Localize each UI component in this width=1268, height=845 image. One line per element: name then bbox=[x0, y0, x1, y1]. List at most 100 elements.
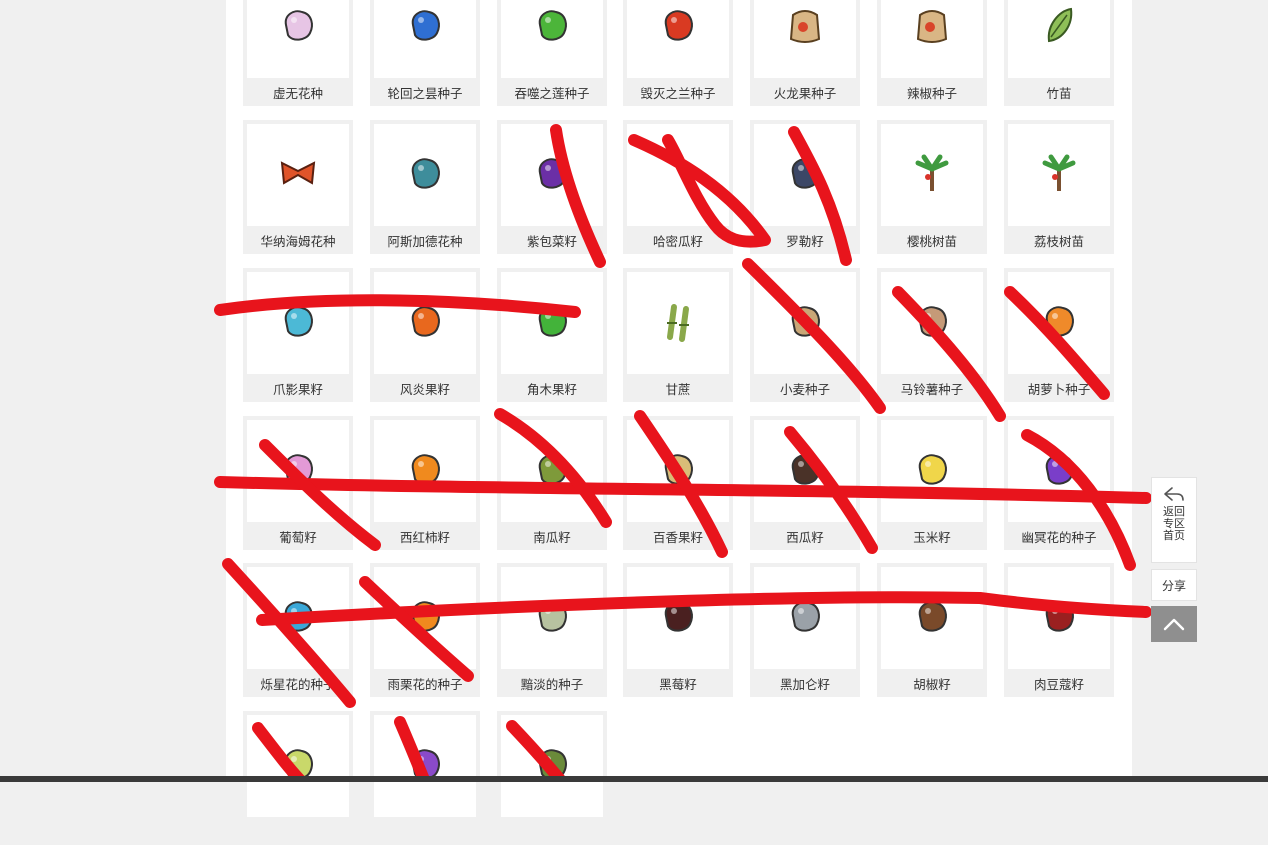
seed-image[interactable] bbox=[247, 715, 349, 817]
seed-card[interactable]: 雨栗花的种子 bbox=[370, 563, 480, 697]
seed-image[interactable] bbox=[247, 272, 349, 374]
seed-name[interactable]: 小麦种子 bbox=[750, 377, 860, 402]
seed-name[interactable]: 幽冥花的种子 bbox=[1004, 525, 1114, 550]
seed-image[interactable] bbox=[754, 420, 856, 522]
seed-name[interactable]: 西瓜籽 bbox=[750, 525, 860, 550]
seed-name[interactable]: 轮回之昙种子 bbox=[370, 81, 480, 106]
seed-image[interactable] bbox=[627, 272, 729, 374]
seed-name[interactable]: 胡椒籽 bbox=[877, 672, 987, 697]
seed-image[interactable] bbox=[374, 0, 476, 78]
back-to-home-button[interactable]: 返回 专区 首页 bbox=[1151, 477, 1197, 563]
seed-image[interactable] bbox=[247, 420, 349, 522]
seed-card[interactable]: 角木果籽 bbox=[497, 268, 607, 402]
seed-name[interactable]: 黑加仑籽 bbox=[750, 672, 860, 697]
seed-card[interactable]: 黑加仑籽 bbox=[750, 563, 860, 697]
seed-name[interactable]: 葡萄籽 bbox=[243, 525, 353, 550]
seed-name[interactable]: 黑莓籽 bbox=[623, 672, 733, 697]
seed-image[interactable] bbox=[374, 124, 476, 226]
seed-name[interactable]: 樱桃树苗 bbox=[877, 229, 987, 254]
seed-image[interactable] bbox=[881, 124, 983, 226]
seed-card[interactable]: 罗勒籽 bbox=[750, 120, 860, 254]
seed-card[interactable]: 黯淡的种子 bbox=[497, 563, 607, 697]
seed-image[interactable] bbox=[501, 420, 603, 522]
seed-name[interactable]: 风炎果籽 bbox=[370, 377, 480, 402]
seed-name[interactable]: 华纳海姆花种 bbox=[243, 229, 353, 254]
seed-image[interactable] bbox=[754, 567, 856, 669]
seed-name[interactable]: 辣椒种子 bbox=[877, 81, 987, 106]
seed-name[interactable]: 罗勒籽 bbox=[750, 229, 860, 254]
seed-image[interactable] bbox=[881, 567, 983, 669]
seed-card[interactable]: 烁星花的种子 bbox=[243, 563, 353, 697]
seed-name[interactable]: 雨栗花的种子 bbox=[370, 672, 480, 697]
seed-image[interactable] bbox=[627, 567, 729, 669]
seed-name[interactable]: 荔枝树苗 bbox=[1004, 229, 1114, 254]
seed-image[interactable] bbox=[374, 272, 476, 374]
seed-image[interactable] bbox=[1008, 0, 1110, 78]
seed-card[interactable]: 轮回之昙种子 bbox=[370, 0, 480, 106]
seed-card[interactable]: 玉米籽 bbox=[877, 416, 987, 550]
seed-card[interactable]: 华纳海姆花种 bbox=[243, 120, 353, 254]
seed-name[interactable]: 西红柿籽 bbox=[370, 525, 480, 550]
seed-card[interactable]: 竹苗 bbox=[1004, 0, 1114, 106]
seed-image[interactable] bbox=[754, 0, 856, 78]
seed-card[interactable]: 百香果籽 bbox=[623, 416, 733, 550]
back-to-top-button[interactable] bbox=[1151, 606, 1197, 642]
seed-image[interactable] bbox=[754, 124, 856, 226]
seed-card[interactable]: 阿斯加德花种 bbox=[370, 120, 480, 254]
seed-card[interactable]: 荔枝树苗 bbox=[1004, 120, 1114, 254]
seed-name[interactable]: 虚无花种 bbox=[243, 81, 353, 106]
seed-card[interactable]: 火龙果种子 bbox=[750, 0, 860, 106]
seed-image[interactable] bbox=[374, 715, 476, 817]
seed-card[interactable]: 西红柿籽 bbox=[370, 416, 480, 550]
seed-card[interactable]: 风炎果籽 bbox=[370, 268, 480, 402]
seed-card[interactable]: 胡萝卜种子 bbox=[1004, 268, 1114, 402]
seed-name[interactable]: 黯淡的种子 bbox=[497, 672, 607, 697]
seed-name[interactable]: 玉米籽 bbox=[877, 525, 987, 550]
seed-image[interactable] bbox=[1008, 272, 1110, 374]
seed-card[interactable]: 小麦种子 bbox=[750, 268, 860, 402]
seed-image[interactable] bbox=[627, 0, 729, 78]
seed-name[interactable]: 哈密瓜籽 bbox=[623, 229, 733, 254]
seed-image[interactable] bbox=[501, 0, 603, 78]
seed-card[interactable]: 西瓜籽 bbox=[750, 416, 860, 550]
seed-name[interactable]: 吞噬之莲种子 bbox=[497, 81, 607, 106]
seed-name[interactable] bbox=[243, 820, 353, 845]
seed-card[interactable]: 南瓜籽 bbox=[497, 416, 607, 550]
seed-image[interactable] bbox=[1008, 567, 1110, 669]
seed-image[interactable] bbox=[501, 272, 603, 374]
seed-card[interactable]: 樱桃树苗 bbox=[877, 120, 987, 254]
seed-name[interactable]: 竹苗 bbox=[1004, 81, 1114, 106]
seed-name[interactable]: 马铃薯种子 bbox=[877, 377, 987, 402]
seed-name[interactable] bbox=[497, 820, 607, 845]
seed-name[interactable]: 百香果籽 bbox=[623, 525, 733, 550]
seed-card[interactable]: 肉豆蔻籽 bbox=[1004, 563, 1114, 697]
seed-image[interactable] bbox=[501, 124, 603, 226]
seed-name[interactable]: 南瓜籽 bbox=[497, 525, 607, 550]
seed-name[interactable]: 甘蔗 bbox=[623, 377, 733, 402]
seed-name[interactable]: 紫包菜籽 bbox=[497, 229, 607, 254]
seed-name[interactable]: 肉豆蔻籽 bbox=[1004, 672, 1114, 697]
seed-card[interactable]: 虚无花种 bbox=[243, 0, 353, 106]
seed-card[interactable]: 胡椒籽 bbox=[877, 563, 987, 697]
seed-name[interactable] bbox=[370, 820, 480, 845]
seed-image[interactable] bbox=[881, 272, 983, 374]
seed-card[interactable]: 紫包菜籽 bbox=[497, 120, 607, 254]
seed-image[interactable] bbox=[627, 420, 729, 522]
seed-image[interactable] bbox=[754, 272, 856, 374]
seed-image[interactable] bbox=[881, 0, 983, 78]
seed-card[interactable]: 吞噬之莲种子 bbox=[497, 0, 607, 106]
seed-image[interactable] bbox=[374, 420, 476, 522]
seed-image[interactable] bbox=[1008, 420, 1110, 522]
seed-name[interactable]: 烁星花的种子 bbox=[243, 672, 353, 697]
seed-name[interactable]: 阿斯加德花种 bbox=[370, 229, 480, 254]
seed-image[interactable] bbox=[627, 124, 729, 226]
seed-name[interactable]: 爪影果籽 bbox=[243, 377, 353, 402]
seed-image[interactable] bbox=[1008, 124, 1110, 226]
seed-card[interactable]: 黑莓籽 bbox=[623, 563, 733, 697]
seed-card[interactable]: 爪影果籽 bbox=[243, 268, 353, 402]
seed-card[interactable]: 幽冥花的种子 bbox=[1004, 416, 1114, 550]
seed-image[interactable] bbox=[501, 715, 603, 817]
seed-image[interactable] bbox=[247, 0, 349, 78]
seed-card[interactable]: 马铃薯种子 bbox=[877, 268, 987, 402]
share-button[interactable]: 分享 bbox=[1151, 569, 1197, 601]
